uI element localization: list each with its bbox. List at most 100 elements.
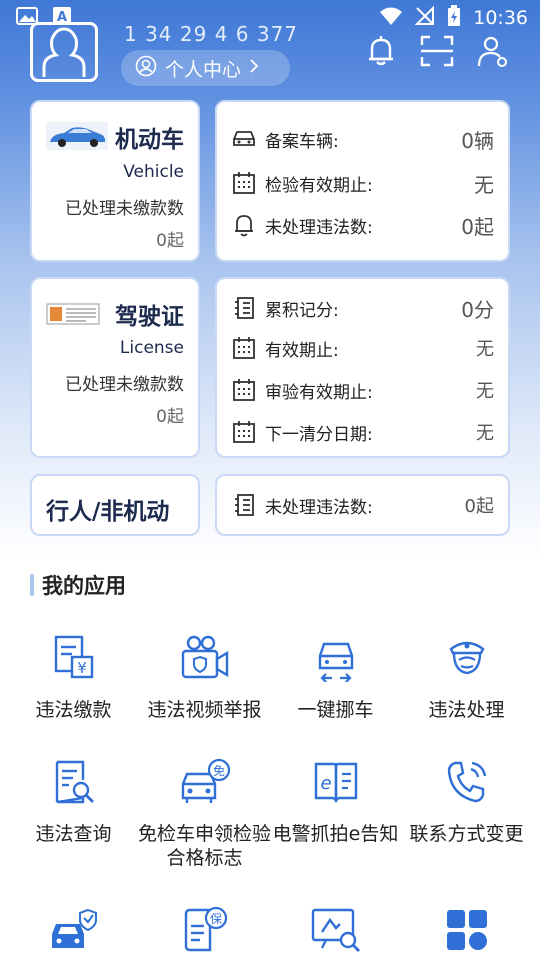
calendar-icon (231, 170, 257, 196)
no-signal-icon (414, 5, 435, 31)
app-item-contact-change[interactable]: 联系方式变更 (399, 756, 534, 846)
personal-center-button[interactable]: 个人中心 (121, 50, 290, 86)
app-item-screen-search[interactable] (268, 904, 403, 960)
info-value: 0分 (461, 297, 494, 322)
app-item-video-report[interactable]: 违法视频举报 (137, 632, 272, 722)
info-label: 未处理违法数: (265, 497, 373, 518)
app-item-more[interactable] (399, 904, 534, 960)
info-row: 备案车辆: 0辆 (231, 124, 494, 154)
notebook-icon (231, 492, 257, 518)
user-header: 1 34 29 4 6 377 个人中心 (0, 22, 540, 92)
app-item-exempt-inspection[interactable]: 免 免检车申领检验合格标志 (137, 756, 272, 870)
car-shield-icon (48, 904, 100, 956)
info-label: 下一清分日期: (265, 424, 373, 445)
app-label: 电警抓拍e告知 (272, 823, 399, 845)
license-count: 0起 (156, 407, 184, 427)
info-row: 未处理违法数: 0起 (231, 490, 494, 520)
grid-apps-icon (441, 904, 493, 956)
user-circle-icon (135, 55, 157, 82)
e-notice-icon: e (310, 756, 362, 808)
calendar-icon (231, 335, 257, 361)
screen-search-icon (310, 904, 362, 956)
info-label: 检验有效期止: (265, 175, 373, 196)
move-car-icon (310, 632, 362, 684)
police-icon (441, 632, 493, 684)
app-item-insurance[interactable]: 保 (137, 904, 272, 960)
motor-vehicle-en: Vehicle (123, 162, 184, 182)
info-label: 审验有效期止: (265, 382, 373, 403)
info-value: 无 (476, 423, 494, 444)
app-item-car-shield[interactable] (6, 904, 141, 960)
info-label: 备案车辆: (265, 131, 339, 152)
insurance-doc-icon: 保 (179, 904, 231, 956)
info-row: 未处理违法数: 0起 (231, 210, 494, 240)
motor-vehicle-desc: 已处理未缴款数 (65, 199, 184, 219)
license-title: 驾驶证 (115, 304, 184, 330)
svg-text:保: 保 (209, 912, 221, 926)
chevron-right-icon (249, 57, 259, 79)
license-card[interactable]: 驾驶证 License 已处理未缴款数 0起 (30, 277, 200, 458)
info-label: 累积记分: (265, 300, 339, 321)
info-value: 无 (474, 172, 494, 197)
bell-icon[interactable] (364, 34, 398, 68)
svg-text:¥: ¥ (77, 659, 87, 677)
app-item-e-notice[interactable]: e 电警抓拍e告知 (268, 756, 403, 846)
car-photo-icon (46, 122, 108, 154)
wifi-icon (379, 6, 403, 31)
info-label: 未处理违法数: (265, 217, 373, 238)
app-label: 违法视频举报 (147, 699, 262, 721)
license-en: License (119, 338, 184, 358)
license-desc: 已处理未缴款数 (65, 375, 184, 395)
info-row: 审验有效期止: 无 (231, 375, 494, 405)
app-label: 一键挪车 (297, 699, 374, 721)
section-accent-bar (30, 574, 34, 596)
battery-charging-icon (447, 4, 461, 32)
app-label: 免检车申领检验合格标志 (137, 823, 271, 869)
pedestrian-card[interactable]: 行人/非机动 (30, 474, 200, 536)
app-label: 违法处理 (428, 699, 505, 721)
license-card-icon (46, 303, 100, 329)
app-label: 违法缴款 (35, 699, 112, 721)
status-time: 10:36 (473, 7, 528, 29)
calendar-icon (231, 419, 257, 445)
apps-section-title: 我的应用 (30, 570, 126, 600)
svg-text:e: e (320, 773, 331, 794)
motor-vehicle-count: 0起 (156, 231, 184, 251)
info-label: 有效期止: (265, 340, 339, 361)
scan-icon[interactable] (420, 34, 454, 68)
avatar[interactable] (30, 22, 98, 82)
app-label: 违法查询 (35, 823, 112, 845)
apps-section-label: 我的应用 (42, 574, 126, 598)
license-info-card[interactable]: 累积记分: 0分 有效期止: 无 审验有效期止: 无 下一清分日期: 无 (215, 277, 510, 458)
info-value: 0辆 (461, 128, 494, 153)
doc-search-icon (48, 756, 100, 808)
phone-number: 1 34 29 4 6 377 (124, 22, 299, 46)
motor-vehicle-info-card[interactable]: 备案车辆: 0辆 检验有效期止: 无 未处理违法数: 0起 (215, 100, 510, 262)
info-row: 下一清分日期: 无 (231, 417, 494, 447)
car-icon (231, 126, 257, 152)
pedestrian-title: 行人/非机动 (46, 499, 170, 525)
exempt-car-icon: 免 (179, 756, 231, 808)
app-item-violation-query[interactable]: 违法查询 (6, 756, 141, 846)
pedestrian-info-card[interactable]: 未处理违法数: 0起 (215, 474, 510, 536)
notebook-icon (231, 295, 257, 321)
payment-doc-icon: ¥ (48, 632, 100, 684)
motor-vehicle-title: 机动车 (115, 127, 184, 153)
bell-icon (231, 212, 257, 238)
phone-icon (441, 756, 493, 808)
personal-center-label: 个人中心 (165, 58, 242, 81)
info-row: 有效期止: 无 (231, 333, 494, 363)
info-row: 检验有效期止: 无 (231, 168, 494, 198)
app-item-move-car[interactable]: 一键挪车 (268, 632, 403, 722)
app-label: 联系方式变更 (409, 823, 524, 845)
app-item-payment[interactable]: ¥ 违法缴款 (6, 632, 141, 722)
info-row: 累积记分: 0分 (231, 293, 494, 323)
svg-text:免: 免 (212, 763, 224, 778)
info-value: 无 (476, 339, 494, 360)
motor-vehicle-card[interactable]: 机动车 Vehicle 已处理未缴款数 0起 (30, 100, 200, 262)
user-settings-icon[interactable] (476, 34, 510, 68)
app-item-violation-process[interactable]: 违法处理 (399, 632, 534, 722)
info-value: 0起 (464, 496, 494, 517)
info-value: 0起 (461, 214, 494, 239)
info-value: 无 (476, 381, 494, 402)
